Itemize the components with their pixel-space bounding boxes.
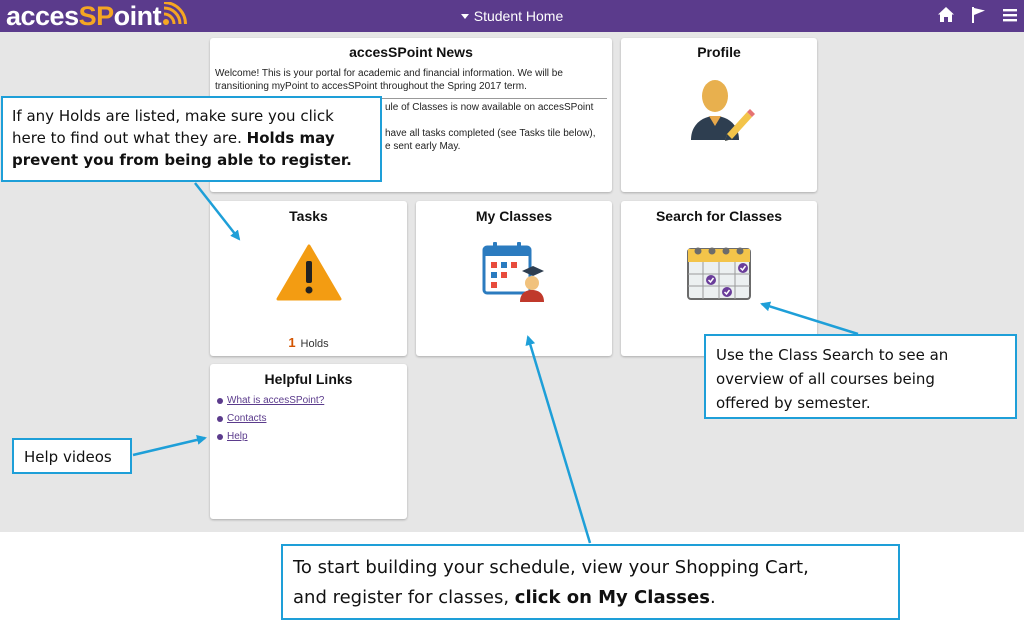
callout-text: To start building your schedule, view yo… [293,557,809,578]
list-item: Contacts [217,410,324,428]
callout-text: Use the Class Search to see an [716,346,949,364]
link-what-is-accesspoint[interactable]: What is accesSPoint? [227,392,324,410]
homepage-selector[interactable]: Student Home [460,8,564,24]
search-for-classes-tile[interactable]: Search for Classes [621,201,817,356]
class-search-callout: Use the Class Search to see an overview … [704,334,1017,419]
warning-icon [276,244,342,301]
helpful-links-tile: Helpful Links What is accesSPoint? Conta… [210,364,407,519]
top-navigation-bar: accesSPoint Student Home [0,0,1024,32]
callout-text: here to find out what they are. Holds ma… [12,129,335,147]
callout-text: offered by semester. [716,394,871,412]
list-item: What is accesSPoint? [217,392,324,410]
callout-text: overview of all courses being [716,370,935,388]
tile-title: My Classes [475,208,553,224]
accesspoint-logo[interactable]: accesSPoint [6,1,188,31]
callout-text: and register for classes, click on My Cl… [293,587,716,608]
holds-summary[interactable]: 1 Holds [210,335,407,350]
bullet-icon [217,398,223,404]
tile-title: Search for Classes [655,208,783,224]
page-title: Student Home [473,8,564,24]
user-edit-icon [691,80,755,141]
tile-title: Tasks [289,208,328,224]
link-contacts[interactable]: Contacts [227,410,266,428]
news-text: transitioning myPoint to accesSPoint thr… [215,81,527,92]
list-item: Help [217,428,324,446]
my-classes-callout: To start building your schedule, view yo… [281,544,900,620]
calendar-check-icon [687,247,751,300]
callout-text: If any Holds are listed, make sure you c… [12,107,334,125]
flag-icon[interactable] [968,5,988,25]
calendar-student-icon [482,242,544,302]
screenshot-stage: accesSPoint Student Home accesSPoint New… [0,0,1024,631]
link-help[interactable]: Help [227,428,248,446]
bullet-icon [217,416,223,422]
tile-title: Helpful Links [264,371,353,387]
menu-icon[interactable] [1000,5,1020,25]
my-classes-tile[interactable]: My Classes [416,201,612,356]
holds-label: Holds [300,338,329,350]
callout-text: Help videos [24,448,112,466]
home-icon[interactable] [936,5,956,25]
holds-callout: If any Holds are listed, make sure you c… [1,96,382,182]
bullet-icon [217,434,223,440]
tasks-tile[interactable]: Tasks 1 Holds [210,201,407,356]
logo-text: accesSPoint [6,1,162,31]
news-text: Welcome! This is your portal for academi… [215,68,563,79]
caret-down-icon [460,13,469,19]
tile-title: accesSPoint News [349,44,473,60]
signal-icon [163,2,188,25]
tile-title: Profile [697,44,741,60]
callout-text: prevent you from being able to register. [12,151,352,169]
holds-count: 1 [288,335,296,350]
help-videos-callout: Help videos [12,438,132,474]
profile-tile[interactable]: Profile [621,38,817,192]
helpful-links-list: What is accesSPoint? Contacts Help [217,392,324,446]
